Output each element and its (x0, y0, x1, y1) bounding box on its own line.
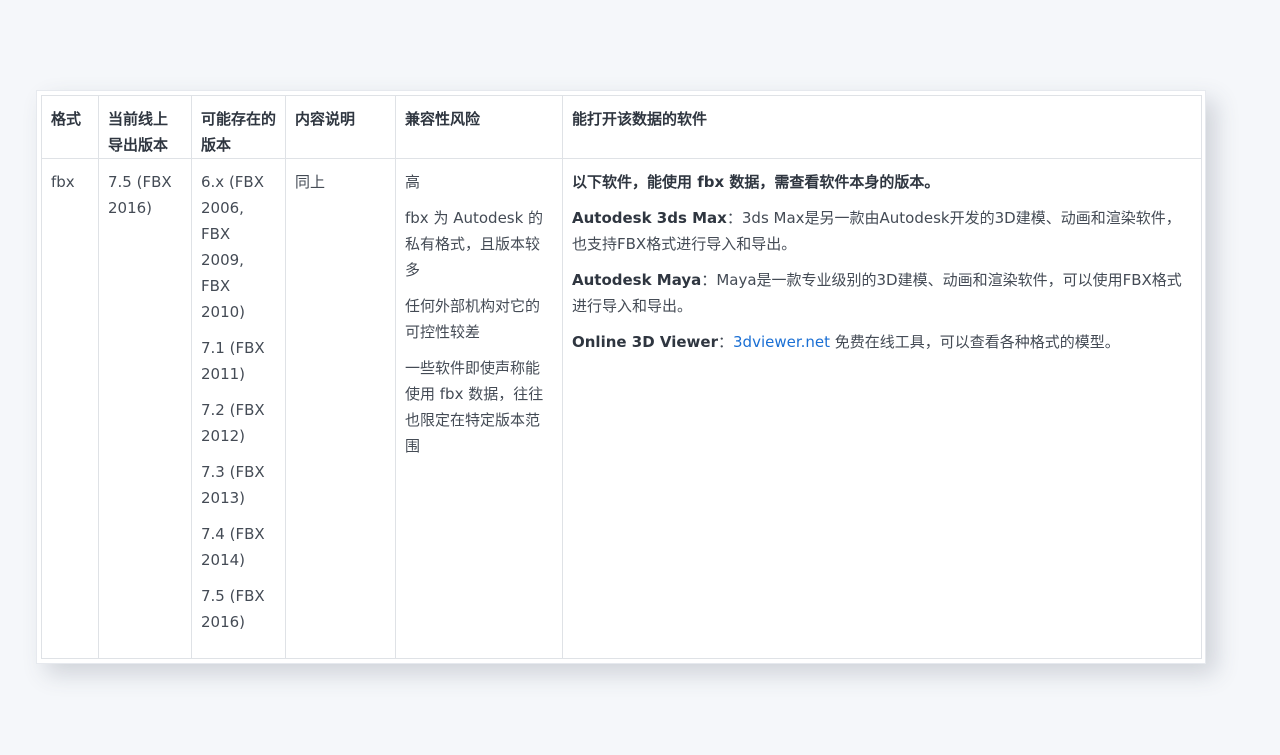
header-format: 格式 (41, 95, 99, 159)
cell-format: fbx (41, 158, 99, 659)
header-compat-risk: 兼容性风险 (395, 95, 563, 159)
version-item: 7.1 (FBX 2011) (201, 339, 265, 383)
software-name: Autodesk Maya (572, 271, 702, 289)
cell-software: 以下软件，能使用 fbx 数据，需查看软件本身的版本。 Autodesk 3ds… (562, 158, 1202, 659)
software-desc: 免费在线工具，可以查看各种格式的模型。 (830, 333, 1120, 351)
software-name: Online 3D Viewer (572, 333, 718, 351)
version-item: 6.x (FBX 2006, FBX 2009, FBX 2010) (201, 173, 265, 321)
header-software: 能打开该数据的软件 (562, 95, 1202, 159)
table-row: fbx 7.5 (FBX 2016) 6.x (FBX 2006, FBX 20… (41, 158, 1202, 659)
cell-description: 同上 (285, 158, 396, 659)
table-card: 格式 当前线上导出版本 可能存在的版本 内容说明 兼容性风险 能打开该数据的软件… (36, 90, 1206, 664)
software-item-3dsmax: Autodesk 3ds Max：3ds Max是另一款由Autodesk开发的… (572, 205, 1192, 257)
software-separator: ： (701, 271, 717, 289)
header-description: 内容说明 (285, 95, 396, 159)
version-item: 7.5 (FBX 2016) (201, 587, 265, 631)
risk-note: 一些软件即使声称能使用 fbx 数据，往往也限定在特定版本范围 (405, 359, 544, 455)
risk-note: 任何外部机构对它的可控性较差 (405, 297, 541, 341)
cell-possible-versions: 6.x (FBX 2006, FBX 2009, FBX 2010) 7.1 (… (191, 158, 286, 659)
software-separator: ： (726, 209, 742, 227)
software-separator: ： (718, 333, 734, 351)
cell-compat-risk: 高 fbx 为 Autodesk 的私有格式，且版本较多 任何外部机构对它的可控… (395, 158, 563, 659)
risk-level: 高 (405, 173, 421, 191)
version-item: 7.4 (FBX 2014) (201, 525, 265, 569)
table-header-row: 格式 当前线上导出版本 可能存在的版本 内容说明 兼容性风险 能打开该数据的软件 (41, 95, 1202, 159)
software-item-online-viewer: Online 3D Viewer：3dviewer.net 免费在线工具，可以查… (572, 329, 1192, 355)
cell-current-version: 7.5 (FBX 2016) (98, 158, 192, 659)
version-item: 7.2 (FBX 2012) (201, 401, 265, 445)
header-possible-versions: 可能存在的版本 (191, 95, 286, 159)
format-table: 格式 当前线上导出版本 可能存在的版本 内容说明 兼容性风险 能打开该数据的软件… (41, 95, 1202, 659)
version-item: 7.3 (FBX 2013) (201, 463, 265, 507)
software-item-maya: Autodesk Maya：Maya是一款专业级别的3D建模、动画和渲染软件，可… (572, 267, 1192, 319)
software-name: Autodesk 3ds Max (572, 209, 727, 227)
risk-note: fbx 为 Autodesk 的私有格式，且版本较多 (405, 209, 544, 279)
software-intro: 以下软件，能使用 fbx 数据，需查看软件本身的版本。 (572, 173, 940, 191)
3dviewer-link[interactable]: 3dviewer.net (733, 333, 830, 351)
header-current-version: 当前线上导出版本 (98, 95, 192, 159)
